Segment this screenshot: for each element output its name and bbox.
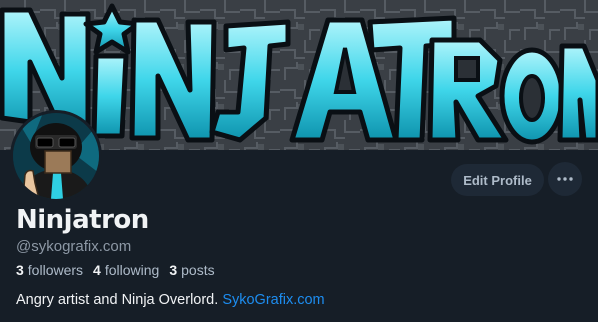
followers-stat[interactable]: 3 followers [16,262,83,278]
profile-handle: @sykografix.com [16,238,132,255]
following-label: following [104,262,160,278]
profile-stats: 3 followers 4 following 3 posts [16,262,215,278]
ninja-avatar-image [13,113,99,199]
more-options-button[interactable] [548,162,582,196]
posts-count: 3 [169,262,178,278]
following-count: 4 [93,262,101,278]
followers-count: 3 [16,262,24,278]
bio-link[interactable]: SykoGrafix.com [222,292,324,308]
bio-text: Angry artist and Ninja Overlord. [16,292,219,308]
following-stat[interactable]: 4 following [93,262,159,278]
posts-stat: 3 posts [169,262,214,278]
followers-label: followers [27,262,84,278]
profile-display-name: Ninjatron [16,205,149,235]
edit-profile-button[interactable]: Edit Profile [451,164,544,196]
avatar[interactable] [10,110,102,202]
profile-bio: Angry artist and Ninja Overlord. SykoGra… [16,292,325,308]
posts-label: posts [181,262,215,278]
ellipsis-icon [557,177,573,181]
